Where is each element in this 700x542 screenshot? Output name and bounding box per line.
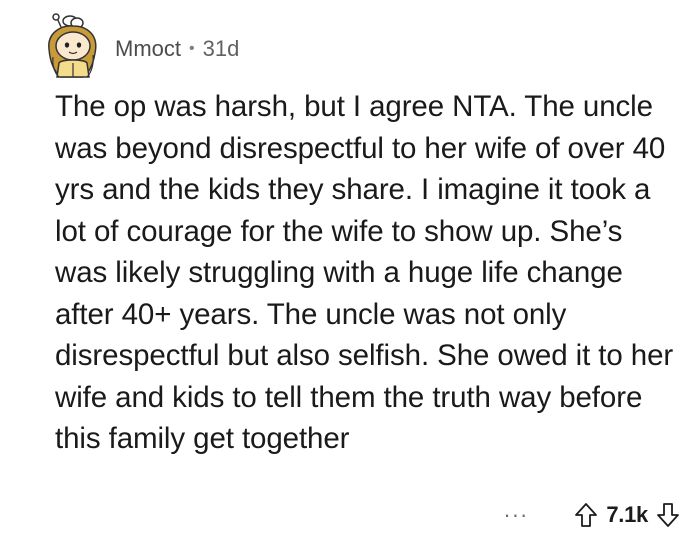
comment-age: 31d (202, 36, 240, 61)
comment-header: Mmoct • 31d (43, 10, 239, 82)
downvote-arrow-icon[interactable] (656, 502, 680, 528)
meta-separator: • (189, 40, 195, 57)
avatar[interactable] (43, 13, 103, 79)
vote-score: 7.1k (606, 502, 648, 527)
comment-card: Mmoct • 31d The op was harsh, but I agre… (0, 0, 700, 542)
more-options-button[interactable]: ··· (503, 504, 528, 526)
comment-actions: ··· 7.1k (503, 497, 680, 533)
comment-author[interactable]: Mmoct (115, 36, 181, 62)
snoo-avatar-icon (48, 13, 97, 78)
upvote-arrow-icon[interactable] (574, 502, 598, 528)
vote-group: 7.1k (574, 502, 680, 528)
comment-meta: Mmoct • 31d (115, 36, 239, 62)
comment-body: The op was harsh, but I agree NTA. The u… (55, 90, 674, 455)
